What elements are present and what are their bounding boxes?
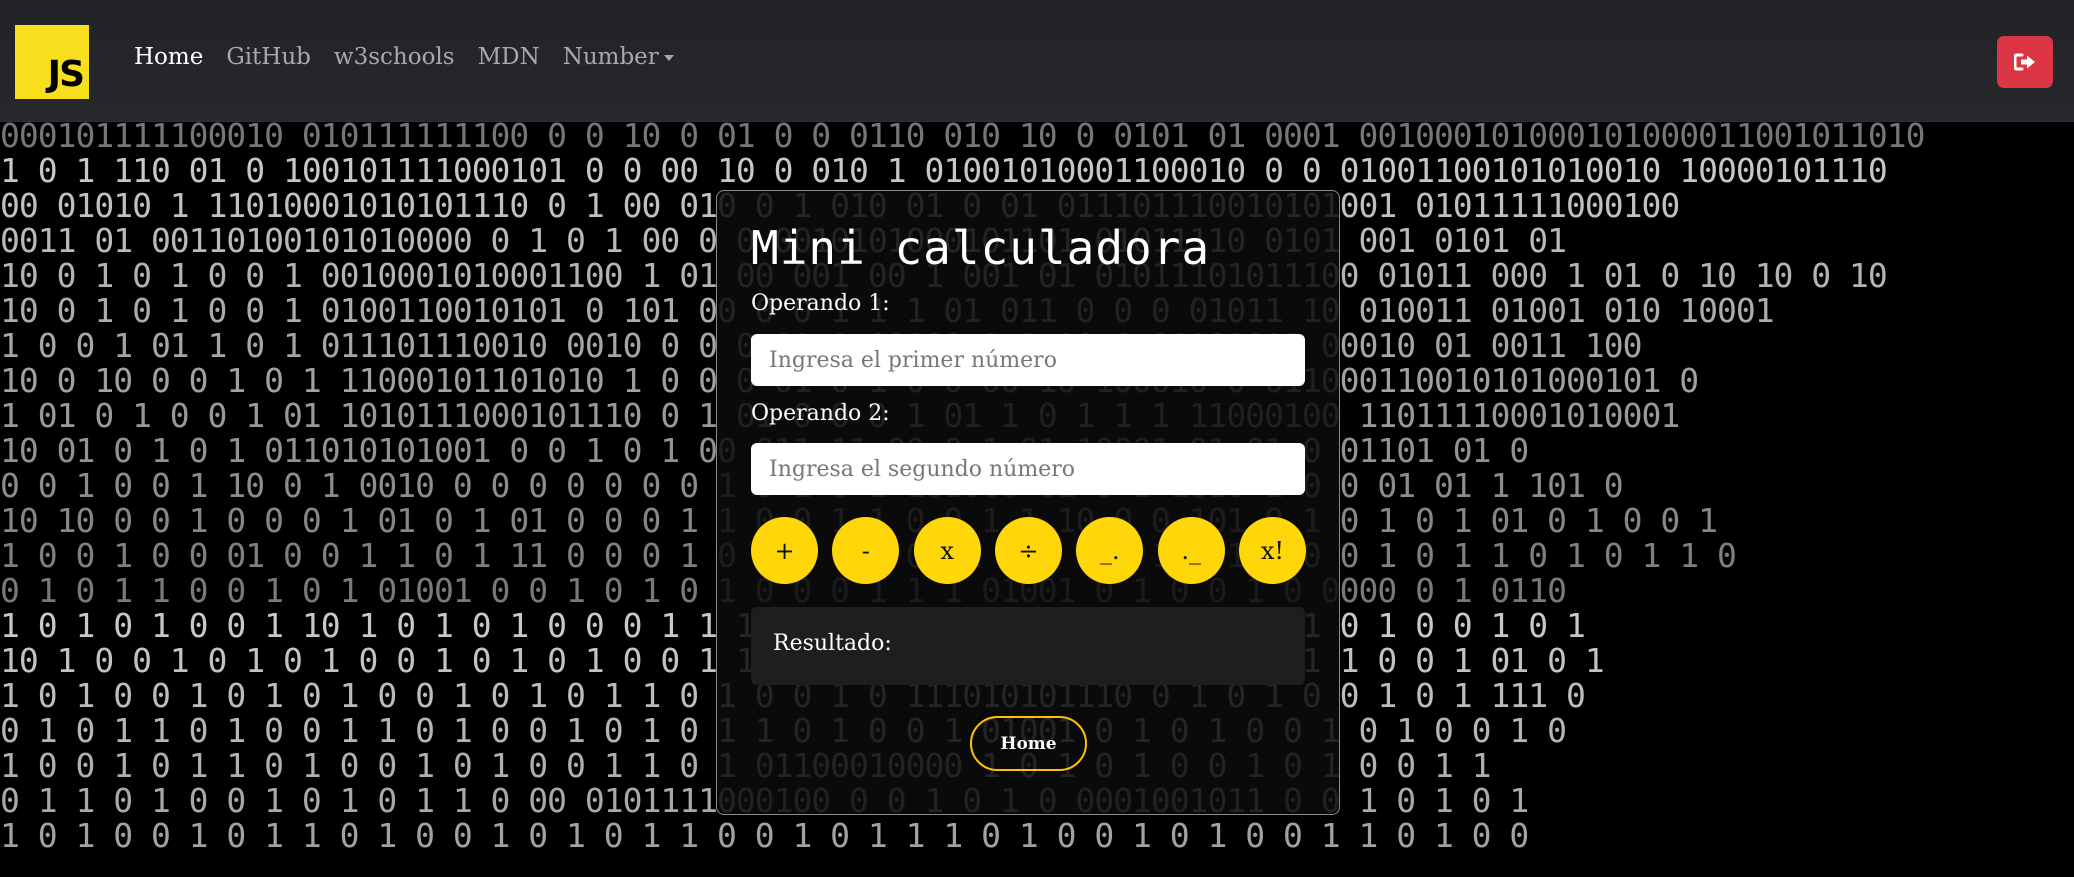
nav-link-github[interactable]: GitHub — [226, 44, 311, 70]
factorial-button[interactable]: x! — [1238, 517, 1306, 584]
operand1-label: Operando 1: — [751, 291, 890, 316]
add-button[interactable]: + — [751, 517, 818, 584]
binary-row: 000101111100010 010111111100 0 0 10 0 01… — [0, 122, 1926, 155]
caret-down-icon — [663, 55, 674, 61]
nav-dropdown-number-label: Number — [562, 44, 659, 70]
binary-row: 1 0 1 0 0 1 0 1 1 0 1 0 0 1 0 1 0 1 1 0 … — [0, 816, 1529, 855]
result-label: Resultado: — [773, 631, 892, 656]
logout-icon — [2014, 53, 2035, 71]
subtract-button[interactable]: - — [832, 517, 900, 584]
operand1-input[interactable] — [751, 334, 1305, 386]
binary-row: 1 0 1 110 01 0 100101111000101 0 0 00 10… — [0, 151, 1888, 190]
multiply-button[interactable]: x — [913, 517, 981, 584]
operation-buttons: + - x ÷ _. ._ x! — [751, 517, 1306, 584]
calculator-card: Mini calculadora Operando 1: Operando 2:… — [716, 190, 1340, 815]
js-logo-text: JS — [47, 54, 85, 95]
js-logo[interactable]: JS — [15, 25, 89, 99]
home-button[interactable]: Home — [970, 716, 1087, 771]
operand2-input[interactable] — [751, 443, 1305, 495]
logout-button[interactable] — [1997, 36, 2053, 88]
round-up-button[interactable]: ._ — [1157, 517, 1225, 584]
nav-dropdown-number[interactable]: Number — [563, 44, 674, 70]
operand2-label: Operando 2: — [751, 401, 890, 426]
result-box: Resultado: — [751, 607, 1305, 685]
nav-links: Home GitHub w3schools MDN Number — [134, 44, 674, 70]
round-down-button[interactable]: _. — [1076, 517, 1144, 584]
divide-button[interactable]: ÷ — [994, 517, 1062, 584]
nav-link-mdn[interactable]: MDN — [478, 44, 540, 70]
page-title: Mini calculadora — [751, 221, 1211, 275]
nav-link-home[interactable]: Home — [134, 44, 203, 70]
nav-link-w3schools[interactable]: w3schools — [334, 44, 455, 70]
navbar: JS Home GitHub w3schools MDN Number — [0, 0, 2074, 122]
